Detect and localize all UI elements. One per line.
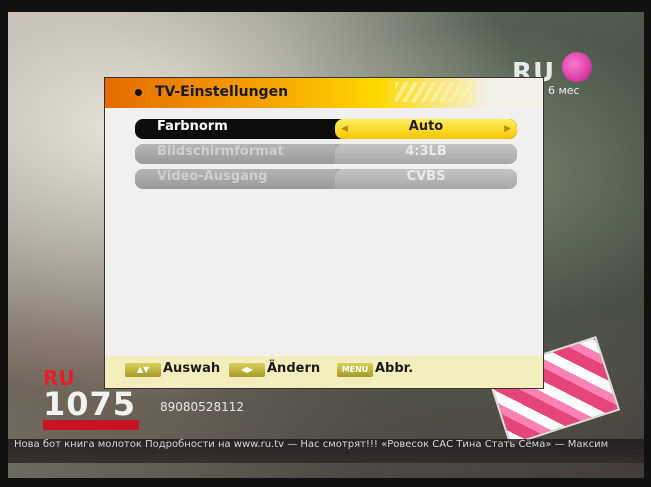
row-value-selector[interactable]: ◀ Auto ▶ <box>335 119 517 139</box>
channel-logo-subtitle: 6 мес <box>548 84 580 97</box>
select-hint-label: Auswah <box>163 361 221 376</box>
cancel-hint-label: Abbr. <box>375 361 414 376</box>
letterbox-bottom <box>0 478 651 487</box>
red-brand-strip <box>43 420 139 430</box>
change-hint-label: Ändern <box>267 361 321 376</box>
menu-footer-help: ▲▼ Auswah ◀▶ Ändern MENU Abbr. <box>105 356 543 388</box>
letterbox-top <box>0 0 651 12</box>
menu-row-video-ausgang[interactable]: Video-Ausgang CVBS <box>135 169 517 189</box>
menu-row-bildschirmformat[interactable]: Bildschirmformat 4:3LB <box>135 144 517 164</box>
menu-row-farbnorm[interactable]: Farbnorm ◀ Auto ▶ <box>135 119 517 139</box>
row-value-text: CVBS <box>335 169 517 189</box>
row-label: Farbnorm <box>157 119 228 134</box>
header-hatch-decoration <box>395 82 473 102</box>
arrow-right-icon[interactable]: ▶ <box>504 119 511 139</box>
row-value-text: Auto <box>408 119 444 134</box>
bullet-icon <box>135 89 142 96</box>
menu-key-icon: MENU <box>337 363 373 377</box>
channel-logo-icon <box>562 52 592 82</box>
letterbox-right <box>644 0 651 487</box>
menu-header: TV-Einstellungen <box>105 78 543 108</box>
row-label: Bildschirmformat <box>135 144 335 164</box>
phone-number: 89080528112 <box>160 400 244 414</box>
up-down-arrows-icon: ▲▼ <box>125 363 161 377</box>
ticker-text: Нова бот книга молоток Подробности на ww… <box>14 439 609 450</box>
frequency-number: 1075 <box>43 385 137 423</box>
arrow-left-icon[interactable]: ◀ <box>341 119 348 139</box>
left-right-arrows-icon: ◀▶ <box>229 363 265 377</box>
row-label: Video-Ausgang <box>135 169 335 189</box>
news-ticker: Нова бот книга молоток Подробности на ww… <box>8 439 644 463</box>
tv-settings-menu: TV-Einstellungen Farbnorm ◀ Auto ▶ Bilds… <box>105 78 543 388</box>
row-value-text: 4:3LB <box>335 144 517 164</box>
tv-screen: RU 6 мес TV-Einstellungen Farbnorm ◀ Aut… <box>0 0 651 487</box>
letterbox-left <box>0 0 8 487</box>
menu-title: TV-Einstellungen <box>155 84 289 100</box>
